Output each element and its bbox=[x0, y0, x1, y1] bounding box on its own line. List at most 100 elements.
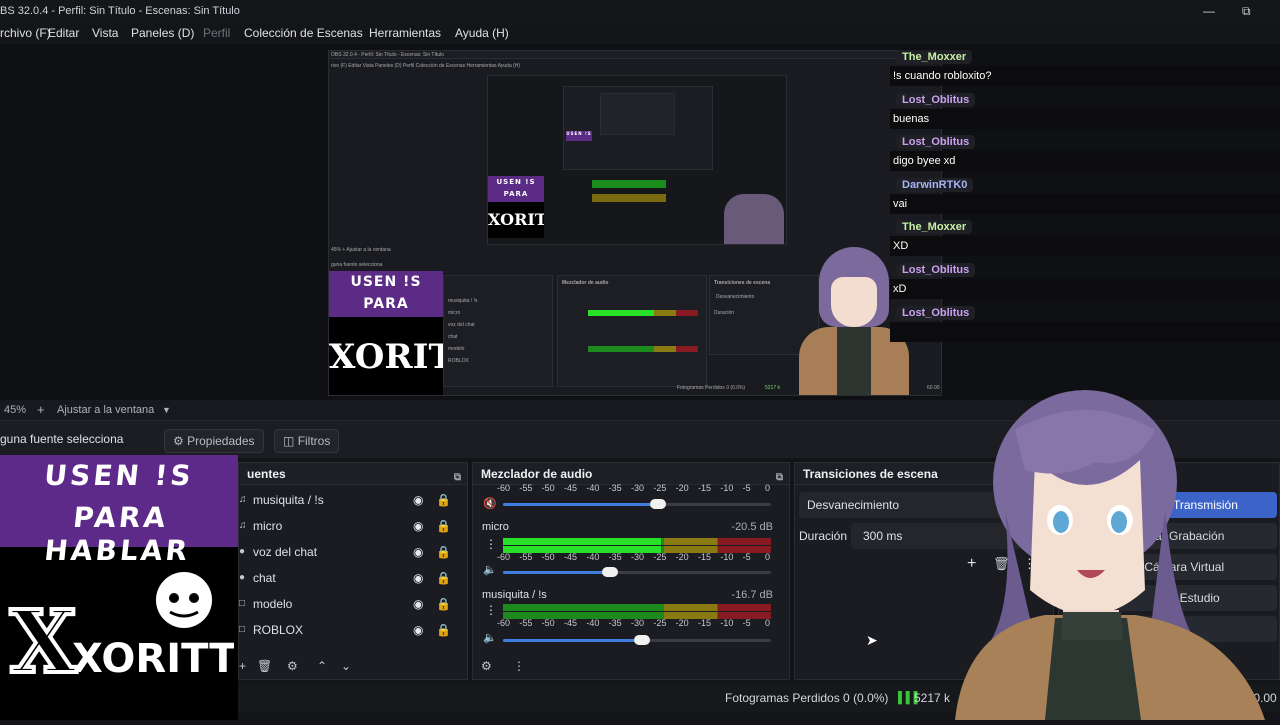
scale-tick: -30 bbox=[631, 483, 645, 493]
source-item[interactable]: □ modelo ◉ 🔒 bbox=[239, 591, 464, 617]
chat-message: Lost_Oblitus bbox=[886, 302, 1280, 345]
source-item[interactable]: ♫ musiquita / !s ◉ 🔒 bbox=[239, 487, 464, 513]
mute-icon[interactable]: 🔇 bbox=[483, 497, 497, 510]
nested-meter-2b bbox=[592, 194, 666, 202]
scale-tick: -55 bbox=[519, 618, 533, 628]
filter-icon: ◫ bbox=[283, 434, 295, 448]
eye-icon[interactable]: ◉ bbox=[413, 565, 423, 591]
menu-edit[interactable]: Editar bbox=[48, 22, 79, 44]
menu-profile: Perfil bbox=[203, 26, 231, 40]
volume-knob[interactable] bbox=[650, 499, 667, 509]
eye-icon[interactable]: ◉ bbox=[413, 487, 423, 513]
lock-icon[interactable]: 🔒 bbox=[436, 565, 451, 591]
track-name: musiquita / !s bbox=[482, 589, 547, 601]
undock-icon[interactable]: ⧉ bbox=[776, 467, 783, 489]
nested-menu: rivo (F) Editar Vista Paneles (D) Perfil… bbox=[331, 63, 521, 69]
window-icon: □ bbox=[239, 624, 246, 635]
menu-help[interactable]: Ayuda (H) bbox=[455, 22, 509, 44]
chat-message: The_Moxxer XD bbox=[886, 216, 1280, 259]
audio-icon: ♫ bbox=[239, 494, 247, 505]
lock-icon[interactable]: 🔒 bbox=[436, 487, 451, 513]
nested-capture-2: USEN !S USEN !SPARA HABLAR XORITT bbox=[487, 75, 787, 245]
track-db: -20.5 dB bbox=[731, 521, 773, 533]
scale-tick: -40 bbox=[586, 552, 600, 562]
scale-tick: -45 bbox=[564, 618, 578, 628]
kebab-icon[interactable]: ⋮ bbox=[513, 659, 525, 673]
sources-title: uentes ⧉ bbox=[239, 463, 467, 485]
chevron-down-icon[interactable]: ▼ bbox=[162, 400, 171, 420]
source-item[interactable]: ♫ micro ◉ 🔒 bbox=[239, 513, 464, 539]
scale-tick: -10 bbox=[720, 483, 734, 493]
menu-file[interactable]: rchivo (F) bbox=[0, 22, 51, 44]
properties-button[interactable]: ⚙ Propiedades bbox=[164, 429, 264, 453]
scale-tick: -20 bbox=[675, 618, 689, 628]
chat-overlay: The_Moxxer !s cuando robloxito? Lost_Obli… bbox=[886, 46, 1280, 346]
scale-tick: -45 bbox=[564, 483, 578, 493]
chat-message: Lost_Oblitus xD bbox=[886, 259, 1280, 302]
scale-tick: -30 bbox=[631, 618, 645, 628]
menu-docks[interactable]: Paneles (D) bbox=[131, 22, 194, 44]
menu-view[interactable]: Vista bbox=[92, 22, 118, 44]
sources-dock: uentes ⧉ ♫ musiquita / !s ◉ 🔒 ♫ micro ◉ 🔒 ● voz … bbox=[238, 462, 468, 680]
nested-logo-2: XORITT bbox=[488, 202, 544, 238]
menu-scene-collection[interactable]: Colección de Escenas bbox=[244, 22, 363, 44]
scale-tick: -40 bbox=[586, 483, 600, 493]
fit-window-label[interactable]: Ajustar a la ventana bbox=[57, 400, 154, 420]
lock-icon[interactable]: 🔒 bbox=[436, 513, 451, 539]
speaker-icon[interactable]: 🔈 bbox=[483, 631, 497, 644]
vtuber-avatar bbox=[945, 390, 1280, 720]
nested-capture: OBS 32.0.4 - Perfil: Sin Título - Escena… bbox=[328, 50, 942, 396]
up-icon[interactable]: ⌃ bbox=[317, 659, 327, 673]
gear-icon: ⚙ bbox=[173, 434, 184, 448]
gear-icon[interactable]: ⚙ bbox=[481, 659, 492, 673]
track-db: -16.7 dB bbox=[731, 589, 773, 601]
lock-icon[interactable]: 🔒 bbox=[436, 591, 451, 617]
scale-tick: -40 bbox=[586, 618, 600, 628]
scale-tick: -50 bbox=[541, 483, 555, 493]
scale-tick: -35 bbox=[608, 552, 622, 562]
minimize-icon[interactable]: — bbox=[1203, 0, 1215, 22]
source-item[interactable]: □ ROBLOX ◉ 🔒 bbox=[239, 617, 464, 643]
restore-icon[interactable]: ⧉ bbox=[1242, 0, 1251, 22]
chat-message: DarwinRTK0 vai bbox=[886, 174, 1280, 217]
kebab-icon[interactable]: ⋮ bbox=[485, 537, 497, 551]
menu-tools[interactable]: Herramientas bbox=[369, 22, 441, 44]
volume-fill bbox=[503, 639, 643, 642]
source-item[interactable]: ● chat ◉ 🔒 bbox=[239, 565, 464, 591]
lock-icon[interactable]: 🔒 bbox=[436, 617, 451, 643]
volume-knob[interactable] bbox=[602, 567, 619, 577]
scale-tick: -20 bbox=[675, 483, 689, 493]
volume-fill bbox=[503, 503, 659, 506]
source-item[interactable]: ● voz del chat ◉ 🔒 bbox=[239, 539, 464, 565]
gear-icon[interactable]: ⚙ bbox=[287, 659, 298, 673]
scale-tick: -45 bbox=[564, 552, 578, 562]
scale-tick: -60 bbox=[497, 618, 511, 628]
chat-message: The_Moxxer !s cuando robloxito? bbox=[886, 46, 1280, 89]
scale-tick: 0 bbox=[765, 618, 771, 628]
eye-icon[interactable]: ◉ bbox=[413, 539, 423, 565]
mixer-title: Mezclador de audio ⧉ bbox=[473, 463, 789, 485]
volume-fill bbox=[503, 571, 611, 574]
eye-icon[interactable]: ◉ bbox=[413, 513, 423, 539]
speaker-icon[interactable]: 🔈 bbox=[483, 563, 497, 576]
nested-banner-3: USEN !S bbox=[566, 131, 592, 141]
window-icon: □ bbox=[239, 598, 246, 609]
nested-mixer: Mezclador de audio bbox=[557, 275, 707, 387]
volume-knob[interactable] bbox=[634, 635, 651, 645]
add-icon[interactable]: + bbox=[239, 659, 246, 673]
sources-toolbar: + 🗑 ⚙ ⌃ ⌄ bbox=[239, 659, 467, 679]
down-icon[interactable]: ⌄ bbox=[341, 659, 351, 673]
scale-tick: -55 bbox=[519, 552, 533, 562]
zoom-in-icon[interactable]: + bbox=[37, 400, 45, 420]
scale-tick: -5 bbox=[742, 483, 751, 493]
scale-tick: -50 bbox=[541, 618, 555, 628]
kebab-icon[interactable]: ⋮ bbox=[485, 603, 497, 617]
filters-button[interactable]: ◫ Filtros bbox=[274, 429, 340, 453]
nested-fps: 60.00 bbox=[927, 385, 940, 391]
undock-icon[interactable]: ⧉ bbox=[454, 467, 461, 489]
lock-icon[interactable]: 🔒 bbox=[436, 539, 451, 565]
eye-icon[interactable]: ◉ bbox=[413, 591, 423, 617]
scale-tick: -60 bbox=[497, 483, 511, 493]
trash-icon[interactable]: 🗑 bbox=[257, 659, 272, 673]
eye-icon[interactable]: ◉ bbox=[413, 617, 423, 643]
